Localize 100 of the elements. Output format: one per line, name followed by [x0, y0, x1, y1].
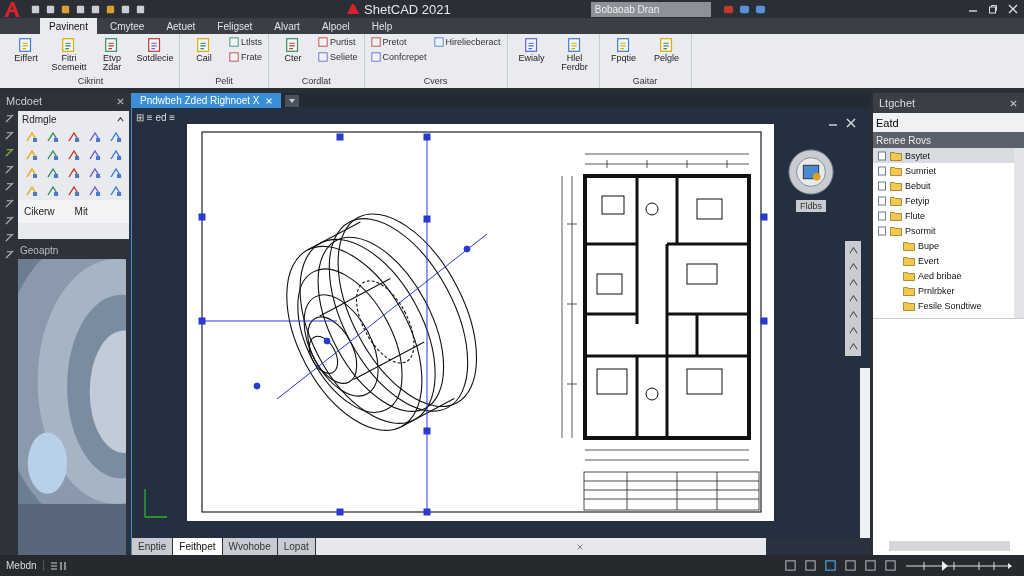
- tool-icon[interactable]: [847, 341, 859, 352]
- ribbon-button[interactable]: Ewialy: [511, 36, 552, 76]
- tool-icon[interactable]: [847, 325, 859, 336]
- ribbon-tab[interactable]: Cmytee: [100, 18, 154, 34]
- tool-icon[interactable]: [24, 184, 39, 198]
- tool-icon[interactable]: [24, 148, 39, 162]
- status-icon[interactable]: [844, 559, 857, 572]
- tool-icon[interactable]: [24, 130, 39, 144]
- ribbon-button[interactable]: Frate: [227, 51, 264, 63]
- status-icon[interactable]: [784, 559, 797, 572]
- tool-icon[interactable]: [847, 261, 859, 272]
- ribbon-tab[interactable]: Feligset: [208, 18, 262, 34]
- status-mode[interactable]: Mebdn: [0, 560, 44, 571]
- app-logo-icon[interactable]: [2, 0, 22, 18]
- tree-item[interactable]: Aed bribae: [873, 268, 1014, 283]
- ribbon-tab[interactable]: Alvart: [265, 18, 309, 34]
- ribbon-tab[interactable]: Aetuet: [157, 18, 205, 34]
- scroll-bar[interactable]: [889, 541, 1010, 551]
- palette-link[interactable]: Mit: [74, 206, 88, 217]
- ribbon-button[interactable]: Hireliecberact: [431, 36, 503, 48]
- ribbon-button[interactable]: Cter: [273, 36, 313, 76]
- status-icon[interactable]: [864, 559, 877, 572]
- scroll-bar[interactable]: [1014, 148, 1024, 318]
- ribbon-button[interactable]: Purtist: [316, 36, 360, 48]
- tool-icon[interactable]: [3, 130, 15, 141]
- toolbar-icon[interactable]: [105, 3, 116, 15]
- ribbon-button[interactable]: Confcrepet: [368, 51, 429, 63]
- navigation-label[interactable]: Fldbs: [796, 200, 826, 212]
- tool-icon[interactable]: [66, 166, 81, 180]
- tool-icon[interactable]: [87, 166, 102, 180]
- tool-icon[interactable]: [3, 198, 15, 209]
- collapse-icon[interactable]: [116, 115, 125, 124]
- ribbon-button[interactable]: Hlel Ferdbr: [554, 36, 595, 76]
- tool-icon[interactable]: [3, 181, 15, 192]
- search-field[interactable]: Eatd: [873, 113, 1024, 132]
- tool-icon[interactable]: [847, 277, 859, 288]
- tool-icon[interactable]: [847, 309, 859, 320]
- tool-icon[interactable]: [66, 130, 81, 144]
- viewport-label[interactable]: ⊞ ≡ ed ≡: [136, 112, 176, 123]
- restore-icon[interactable]: [988, 4, 998, 14]
- ribbon-tab[interactable]: Pavinent: [40, 18, 97, 34]
- tool-icon[interactable]: [3, 215, 15, 226]
- toolbar-icon[interactable]: [60, 3, 71, 15]
- tool-icon[interactable]: [45, 166, 60, 180]
- tree-item[interactable]: Evert: [873, 253, 1014, 268]
- toolbar-icon[interactable]: [45, 3, 56, 15]
- status-icon[interactable]: [884, 559, 897, 572]
- close-icon[interactable]: [116, 96, 125, 106]
- navigation-wheel-icon[interactable]: [787, 148, 835, 196]
- tool-icon[interactable]: [24, 166, 39, 180]
- layout-tab[interactable]: Wvohobe: [222, 538, 277, 555]
- tool-icon[interactable]: [108, 148, 123, 162]
- close-icon[interactable]: [1009, 98, 1018, 108]
- tree-item[interactable]: Bsytet: [873, 148, 1014, 163]
- tool-icon[interactable]: [66, 148, 81, 162]
- tree-item[interactable]: Fetyip: [873, 193, 1014, 208]
- tool-icon[interactable]: [66, 184, 81, 198]
- ribbon-button[interactable]: Sotdlecie: [135, 36, 175, 76]
- tool-icon[interactable]: [847, 245, 859, 256]
- toolbar-icon[interactable]: [75, 3, 86, 15]
- tool-icon[interactable]: [3, 113, 15, 124]
- tool-icon[interactable]: [45, 130, 60, 144]
- scroll-bar[interactable]: [860, 368, 870, 538]
- search-field[interactable]: Bobaoab Dran: [590, 1, 711, 17]
- tool-icon[interactable]: [87, 184, 102, 198]
- toolbar-icon[interactable]: [90, 3, 101, 15]
- ribbon-button[interactable]: Eiffert: [6, 36, 46, 76]
- layout-tab[interactable]: Enptie: [132, 538, 173, 555]
- ribbon-button[interactable]: Pretot: [368, 36, 429, 48]
- tool-icon[interactable]: [108, 166, 123, 180]
- ribbon-button[interactable]: Ltlsts: [227, 36, 264, 48]
- tool-icon[interactable]: [3, 164, 15, 175]
- toolbar-icon[interactable]: [120, 3, 131, 15]
- tree-item[interactable]: Bebuit: [873, 178, 1014, 193]
- toolbar-icon[interactable]: [135, 3, 146, 15]
- tool-icon[interactable]: [45, 184, 60, 198]
- ribbon-button[interactable]: Etvp Zdar: [92, 36, 132, 76]
- tree-item[interactable]: Fesile Sondtiwe: [873, 298, 1014, 313]
- tree-item[interactable]: Flute: [873, 208, 1014, 223]
- tool-icon[interactable]: [87, 130, 102, 144]
- ribbon-tab[interactable]: Help: [362, 18, 402, 34]
- tool-icon[interactable]: [87, 148, 102, 162]
- palette-link[interactable]: Cikerw: [24, 206, 55, 217]
- layout-tab[interactable]: Lopat: [277, 538, 315, 555]
- ribbon-tab[interactable]: Alpoel: [312, 18, 359, 34]
- toolbar-icon[interactable]: [30, 3, 41, 15]
- toolbar-icon[interactable]: [754, 3, 766, 15]
- ribbon-button[interactable]: Pelgle: [646, 36, 687, 76]
- tool-icon[interactable]: [847, 293, 859, 304]
- ribbon-button[interactable]: Fitri Scemeitt: [49, 36, 89, 76]
- ribbon-button[interactable]: Seliete: [316, 51, 360, 63]
- tool-icon[interactable]: [108, 130, 123, 144]
- ribbon-button[interactable]: Fpqtie: [603, 36, 644, 76]
- tool-icon[interactable]: [3, 249, 15, 260]
- tool-icon[interactable]: [3, 232, 15, 243]
- tree-item[interactable]: Bupe: [873, 238, 1014, 253]
- scale-slider-icon[interactable]: [904, 558, 1014, 573]
- status-icon[interactable]: [824, 559, 837, 572]
- tool-icon[interactable]: [45, 148, 60, 162]
- ribbon-button[interactable]: Cail: [184, 36, 224, 76]
